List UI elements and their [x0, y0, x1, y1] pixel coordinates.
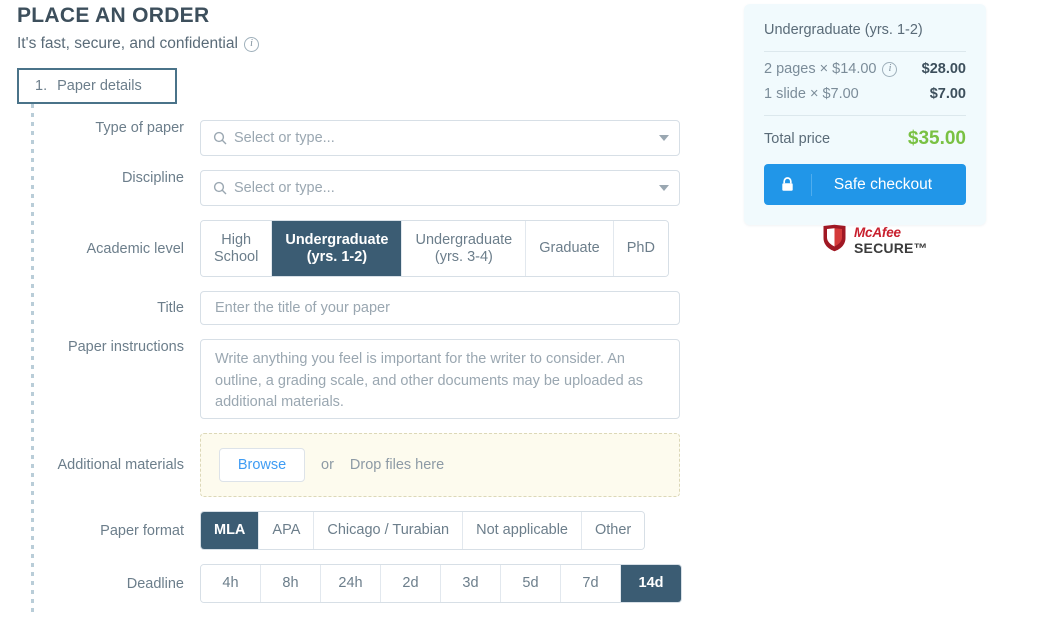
label-academic-level: Academic level [86, 240, 184, 257]
page-title: PLACE AN ORDER [17, 4, 210, 27]
form-row-title: Title Enter the title of your paper [0, 291, 720, 325]
form-row-type-of-paper: Type of paper Select or type... [0, 120, 720, 156]
summary-academic-level: Undergraduate (yrs. 1-2) [764, 22, 966, 52]
deadline-group: 4h 8h 24h 2d 3d 5d 7d 14d [200, 564, 682, 603]
chevron-down-icon[interactable] [659, 135, 669, 141]
summary-line-item: 1 slide × $7.00 $7.00 [764, 86, 966, 102]
page-subtitle-text: It's fast, secure, and confidential [17, 35, 238, 52]
academic-level-option-high-school[interactable]: High School [201, 221, 273, 276]
title-placeholder: Enter the title of your paper [215, 300, 390, 316]
deadline-option-8h[interactable]: 8h [261, 565, 321, 602]
paper-format-option-apa[interactable]: APA [259, 512, 315, 549]
line-item-description: 2 pages × $14.00 [764, 61, 877, 77]
label-paper-format: Paper format [100, 522, 184, 539]
academic-level-option-phd[interactable]: PhD [613, 221, 668, 276]
label-title: Title [157, 300, 184, 316]
page-subtitle: It's fast, secure, and confidential i [17, 33, 259, 55]
label-deadline: Deadline [126, 575, 184, 592]
order-summary-panel: Undergraduate (yrs. 1-2) 2 pages × $14.0… [744, 4, 986, 225]
type-of-paper-select[interactable]: Select or type... [200, 120, 680, 156]
deadline-option-7d[interactable]: 7d [561, 565, 621, 602]
paper-format-group: MLA APA Chicago / Turabian Not applicabl… [200, 511, 646, 550]
form-row-deadline: Deadline 4h 8h 24h 2d 3d 5d 7d 14d [0, 564, 720, 603]
paper-format-option-chicago-turabian[interactable]: Chicago / Turabian [314, 512, 464, 549]
paper-instructions-placeholder: Write anything you feel is important for… [215, 351, 644, 410]
lock-icon [764, 173, 812, 196]
form-row-additional-materials: Additional materials Browse or Drop file… [0, 433, 720, 497]
deadline-option-2d[interactable]: 2d [381, 565, 441, 602]
total-price-label: Total price [764, 131, 831, 147]
mcafee-secure: SECURE™ [854, 239, 928, 256]
summary-divider [764, 115, 966, 116]
label-type-of-paper: Type of paper [95, 120, 184, 136]
tab-notch-icon [178, 68, 200, 108]
info-icon[interactable]: i [243, 36, 259, 52]
safe-checkout-button[interactable]: Safe checkout [764, 164, 966, 205]
mcafee-text: McAfee SECURE™ [854, 226, 928, 255]
form-row-discipline: Discipline Select or type... [0, 170, 720, 206]
summary-line-item: 2 pages × $14.00 i $28.00 [764, 61, 966, 77]
line-item-amount: $28.00 [921, 61, 966, 77]
summary-total-row: Total price $35.00 [764, 128, 966, 150]
line-item-amount: $7.00 [929, 86, 966, 102]
form-row-paper-instructions: Paper instructions Write anything you fe… [0, 339, 720, 419]
deadline-option-3d[interactable]: 3d [441, 565, 501, 602]
academic-level-group: High School Undergraduate (yrs. 1-2) Und… [200, 220, 669, 277]
search-icon [213, 131, 227, 145]
browse-button[interactable]: Browse [219, 448, 305, 482]
page-header: PLACE AN ORDER It's fast, secure, and co… [17, 2, 259, 55]
deadline-option-24h[interactable]: 24h [321, 565, 381, 602]
academic-level-option-undergraduate-1-2[interactable]: Undergraduate (yrs. 1-2) [272, 221, 403, 276]
safe-checkout-label: Safe checkout [833, 175, 933, 193]
label-discipline: Discipline [121, 170, 184, 186]
dropzone-or-label: or [321, 457, 334, 473]
total-price-amount: $35.00 [907, 128, 966, 149]
step-tabs: 1. Paper details [17, 68, 177, 104]
step-number: 1. [35, 78, 48, 94]
info-icon[interactable]: i [882, 61, 898, 77]
paper-format-option-mla[interactable]: MLA [201, 512, 260, 549]
step-label: Paper details [57, 78, 142, 94]
deadline-option-5d[interactable]: 5d [501, 565, 561, 602]
form-row-academic-level: Academic level High School Undergraduate… [0, 220, 720, 277]
paper-format-option-not-applicable[interactable]: Not applicable [463, 512, 582, 549]
discipline-placeholder: Select or type... [234, 180, 335, 196]
line-item-description: 1 slide × $7.00 [764, 86, 859, 102]
order-form: Type of paper Select or type... Discipli… [0, 120, 720, 617]
label-paper-instructions: Paper instructions [67, 339, 184, 355]
paper-format-option-other[interactable]: Other [582, 512, 645, 549]
academic-level-option-undergraduate-3-4[interactable]: Undergraduate (yrs. 3-4) [402, 221, 527, 276]
dropzone-hint: Drop files here [349, 457, 445, 473]
chevron-down-icon[interactable] [659, 185, 669, 191]
label-additional-materials: Additional materials [57, 457, 184, 473]
form-row-paper-format: Paper format MLA APA Chicago / Turabian … [0, 511, 720, 550]
mcafee-secure-badge[interactable]: McAfee SECURE™ [822, 224, 928, 257]
discipline-select[interactable]: Select or type... [200, 170, 680, 206]
academic-level-option-graduate[interactable]: Graduate [526, 221, 614, 276]
mcafee-name: McAfee [854, 225, 901, 241]
deadline-option-4h[interactable]: 4h [201, 565, 261, 602]
deadline-option-14d[interactable]: 14d [621, 565, 681, 602]
shield-icon [822, 224, 847, 257]
title-input[interactable]: Enter the title of your paper [200, 291, 680, 325]
type-of-paper-placeholder: Select or type... [234, 130, 335, 146]
file-dropzone[interactable]: Browse or Drop files here [200, 433, 680, 497]
search-icon [213, 181, 227, 195]
tab-paper-details[interactable]: 1. Paper details [17, 68, 177, 104]
paper-instructions-textarea[interactable]: Write anything you feel is important for… [200, 339, 680, 419]
